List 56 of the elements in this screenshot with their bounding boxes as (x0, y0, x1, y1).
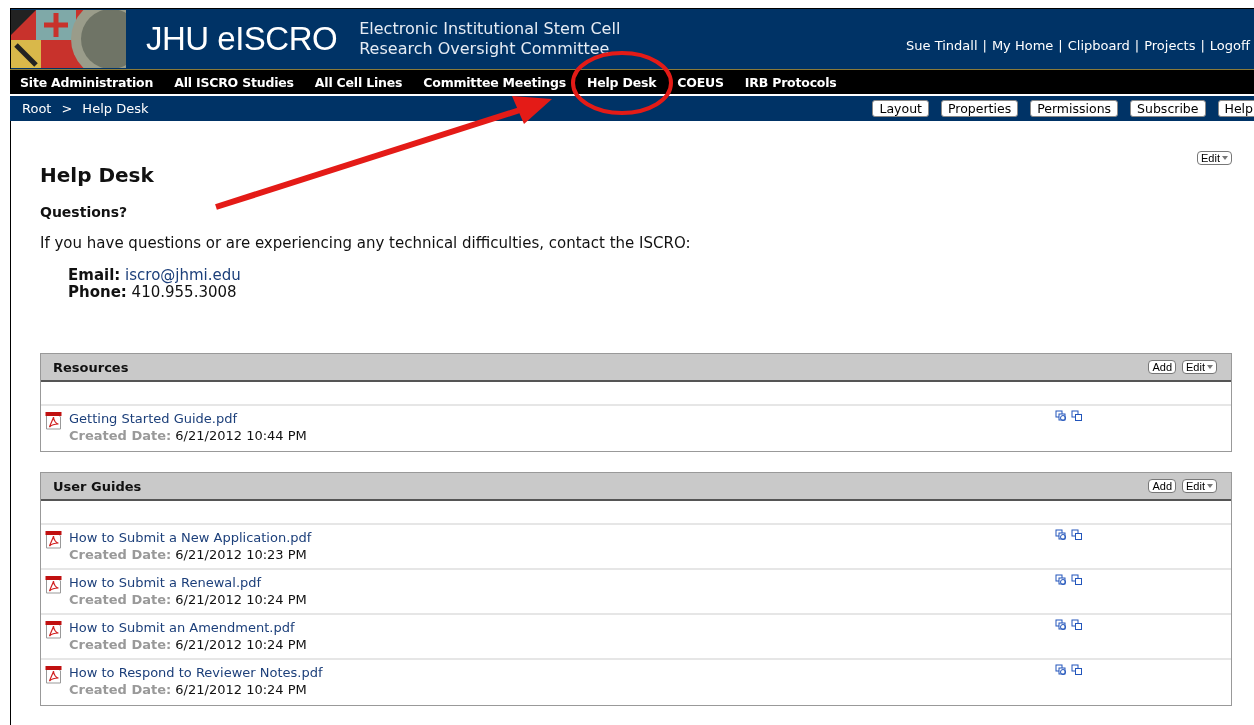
add-button[interactable]: Add (1148, 360, 1177, 374)
user-link[interactable]: My Home (991, 37, 1054, 53)
edit-button[interactable]: Edit (1197, 151, 1232, 165)
separator: | (982, 37, 987, 53)
document-link[interactable]: How to Submit a Renewal.pdf (69, 575, 262, 590)
date-label: Created Date: (69, 682, 172, 697)
email-link[interactable]: iscro@jhmi.edu (125, 266, 241, 284)
page-action-button[interactable]: Help (1217, 100, 1254, 117)
user-link[interactable]: Projects (1144, 37, 1196, 53)
document-link[interactable]: How to Submit a New Application.pdf (69, 530, 312, 545)
edit-button[interactable]: Edit (1182, 479, 1217, 493)
nav-link[interactable]: Committee Meetings (423, 74, 566, 90)
created-date: 6/21/2012 10:24 PM (175, 637, 307, 652)
page-action-button[interactable]: Subscribe (1130, 100, 1206, 117)
page-action-button[interactable]: Permissions (1030, 100, 1119, 117)
nav-link[interactable]: Site Administration (20, 74, 154, 90)
nav-link[interactable]: IRB Protocols (744, 74, 837, 90)
section-heading: Questions? (40, 204, 129, 220)
add-button[interactable]: Add (1148, 479, 1177, 493)
date-label: Created Date: (69, 547, 172, 562)
created-date: 6/21/2012 10:24 PM (175, 682, 307, 697)
contact-label: Phone: (68, 283, 127, 301)
contact-value: 410.955.3008 (131, 283, 237, 301)
separator: | (1058, 37, 1063, 53)
page-action-button[interactable]: Properties (940, 100, 1019, 117)
document-link[interactable]: How to Submit an Amendment.pdf (69, 620, 295, 635)
nav-link[interactable]: All ISCRO Studies (174, 74, 294, 90)
help-text: If you have questions or are experiencing any technical difficulties, contact the ISCRO: (40, 234, 692, 252)
user-link[interactable]: Clipboard (1067, 37, 1130, 53)
nav-link[interactable]: COEUS (677, 74, 724, 90)
date-label: Created Date: (69, 428, 172, 443)
date-label: Created Date: (69, 592, 172, 607)
breadcrumb-link[interactable]: Root (22, 101, 52, 116)
breadcrumb-link[interactable]: Help Desk (82, 101, 149, 116)
page-action-button[interactable]: Layout (872, 100, 929, 117)
edit-button[interactable]: Edit (1182, 360, 1217, 374)
separator: | (1200, 37, 1205, 53)
document-link[interactable]: Getting Started Guide.pdf (69, 411, 238, 426)
page-title: Help Desk (40, 163, 154, 187)
created-date: 6/21/2012 10:24 PM (175, 592, 307, 607)
panel-title: Resources (53, 359, 129, 375)
user-link[interactable]: Sue Tindall (906, 37, 978, 53)
site-title: JHU eISCRO (146, 20, 338, 58)
created-date: 6/21/2012 10:23 PM (175, 547, 307, 562)
date-label: Created Date: (69, 637, 172, 652)
nav-link[interactable]: All Cell Lines (314, 74, 403, 90)
panel-title: User Guides (53, 478, 142, 494)
site-subtitle: Electronic Institutional Stem Cell (359, 19, 621, 39)
separator: | (1134, 37, 1140, 53)
contact-label: Email: (68, 266, 121, 284)
nav-link[interactable]: Help Desk (586, 74, 657, 90)
site-subtitle: Research Oversight Committee (359, 39, 611, 59)
breadcrumb-separator: > (61, 101, 73, 116)
document-link[interactable]: How to Respond to Reviewer Notes.pdf (69, 665, 323, 680)
created-date: 6/21/2012 10:44 PM (175, 428, 307, 443)
user-link[interactable]: Logoff (1209, 37, 1250, 53)
